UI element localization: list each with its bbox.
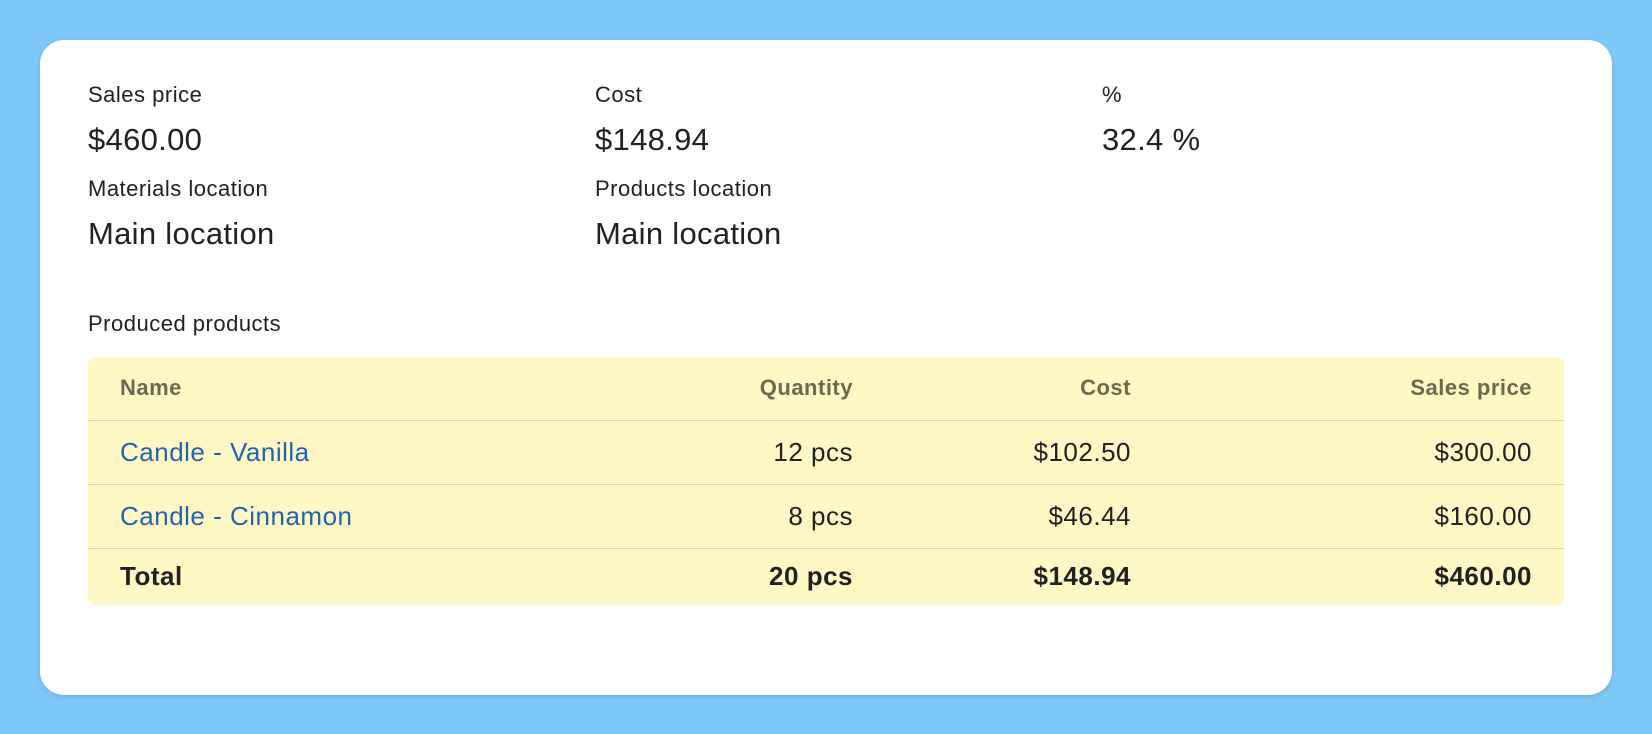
row-sales-price: $160.00 — [1163, 484, 1564, 549]
sales-price-field: Sales price $460.00 — [88, 82, 595, 176]
table-header-row: Name Quantity Cost Sales price — [88, 357, 1564, 421]
materials-location-label: Materials location — [88, 176, 269, 201]
column-header-sales-price: Sales price — [1163, 357, 1564, 421]
total-quantity: 20 pcs — [769, 561, 853, 592]
product-link-candle-cinnamon[interactable]: Candle - Cinnamon — [120, 501, 353, 531]
summary-row-locations: Materials location Main location Product… — [88, 176, 1564, 312]
table-total-row: Total 20 pcs $148.94 $460.00 — [88, 548, 1564, 605]
product-link-candle-vanilla[interactable]: Candle - Vanilla — [120, 437, 310, 467]
sales-price-value: $460.00 — [88, 122, 203, 157]
materials-location-field: Materials location Main location — [88, 176, 595, 312]
products-location-label: Products location — [595, 176, 773, 201]
percent-field: % 32.4 % — [1102, 82, 1564, 176]
cost-value: $148.94 — [595, 122, 710, 157]
total-sales-price: $460.00 — [1434, 561, 1532, 592]
column-header-quantity: Quantity — [618, 357, 885, 421]
row-quantity: 12 pcs — [618, 420, 885, 485]
column-header-cost: Cost — [885, 357, 1163, 421]
row-cost: $46.44 — [885, 484, 1163, 549]
summary-row-financials: Sales price $460.00 Cost $148.94 % 32.4 … — [88, 40, 1564, 176]
products-location-field: Products location Main location — [595, 176, 1102, 312]
total-cost: $148.94 — [1033, 561, 1131, 592]
table-row: Candle - Cinnamon 8 pcs $46.44 $160.00 — [88, 484, 1564, 549]
row-quantity: 8 pcs — [618, 484, 885, 549]
products-location-value: Main location — [595, 216, 782, 251]
cost-field: Cost $148.94 — [595, 82, 1102, 176]
cost-label: Cost — [595, 82, 643, 107]
row-sales-price: $300.00 — [1163, 420, 1564, 485]
produced-products-table: Name Quantity Cost Sales price Candle - … — [88, 357, 1564, 605]
production-summary-card: Sales price $460.00 Cost $148.94 % 32.4 … — [40, 40, 1612, 695]
percent-label: % — [1102, 82, 1123, 107]
column-header-name: Name — [88, 357, 618, 421]
materials-location-value: Main location — [88, 216, 275, 251]
produced-products-title: Produced products — [88, 311, 282, 336]
row-cost: $102.50 — [885, 420, 1163, 485]
percent-value: 32.4 % — [1102, 122, 1201, 157]
table-row: Candle - Vanilla 12 pcs $102.50 $300.00 — [88, 420, 1564, 485]
total-label: Total — [120, 561, 183, 592]
sales-price-label: Sales price — [88, 82, 203, 107]
